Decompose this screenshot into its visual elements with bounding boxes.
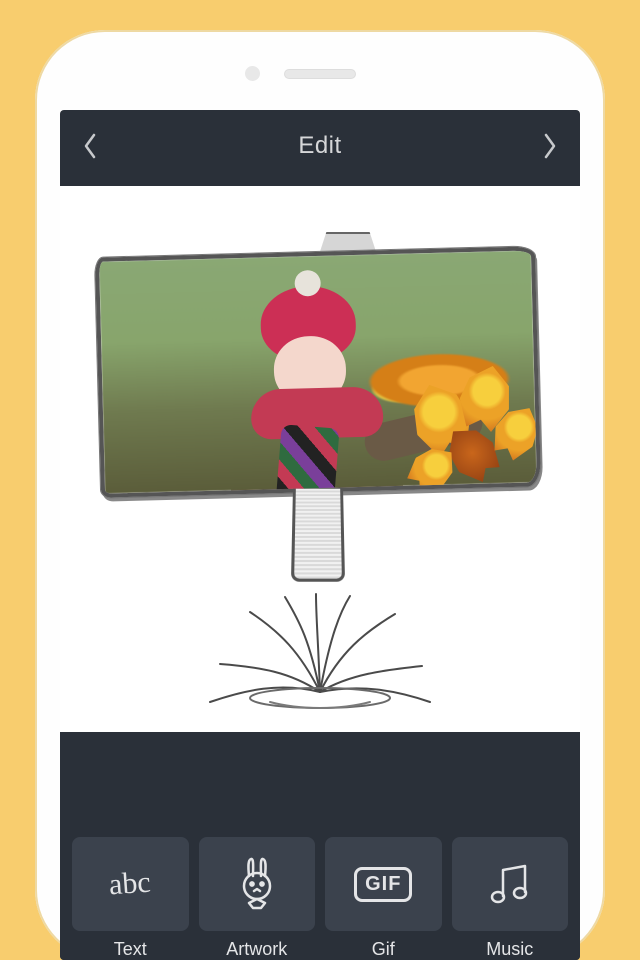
tool-label: Music — [486, 939, 533, 960]
phone-mockup: Edit — [35, 30, 605, 960]
app-screen: Edit — [60, 110, 580, 960]
signpost-icon — [291, 489, 345, 582]
tool-label: Gif — [372, 939, 395, 960]
bottom-toolbar: abc Text Artwork — [60, 829, 580, 960]
page-title: Edit — [298, 132, 341, 160]
tool-artwork[interactable]: Artwork — [199, 837, 316, 960]
chevron-right-icon — [542, 132, 558, 160]
tool-gif[interactable]: GIF Gif — [325, 837, 442, 960]
forward-button[interactable] — [542, 132, 558, 160]
canvas-area — [60, 182, 580, 761]
text-icon: abc — [108, 866, 152, 903]
back-button[interactable] — [82, 132, 98, 160]
tool-label: Artwork — [226, 939, 287, 960]
grass-icon — [190, 582, 450, 712]
bunny-icon — [234, 856, 280, 912]
spacer — [60, 761, 580, 829]
tool-text[interactable]: abc Text — [72, 837, 189, 960]
edit-canvas[interactable] — [60, 186, 580, 732]
topbar: Edit — [60, 110, 580, 182]
tool-music[interactable]: Music — [452, 837, 569, 960]
gif-icon: GIF — [354, 867, 412, 902]
tool-label: Text — [114, 939, 147, 960]
chevron-left-icon — [82, 132, 98, 160]
music-note-icon — [487, 860, 533, 908]
